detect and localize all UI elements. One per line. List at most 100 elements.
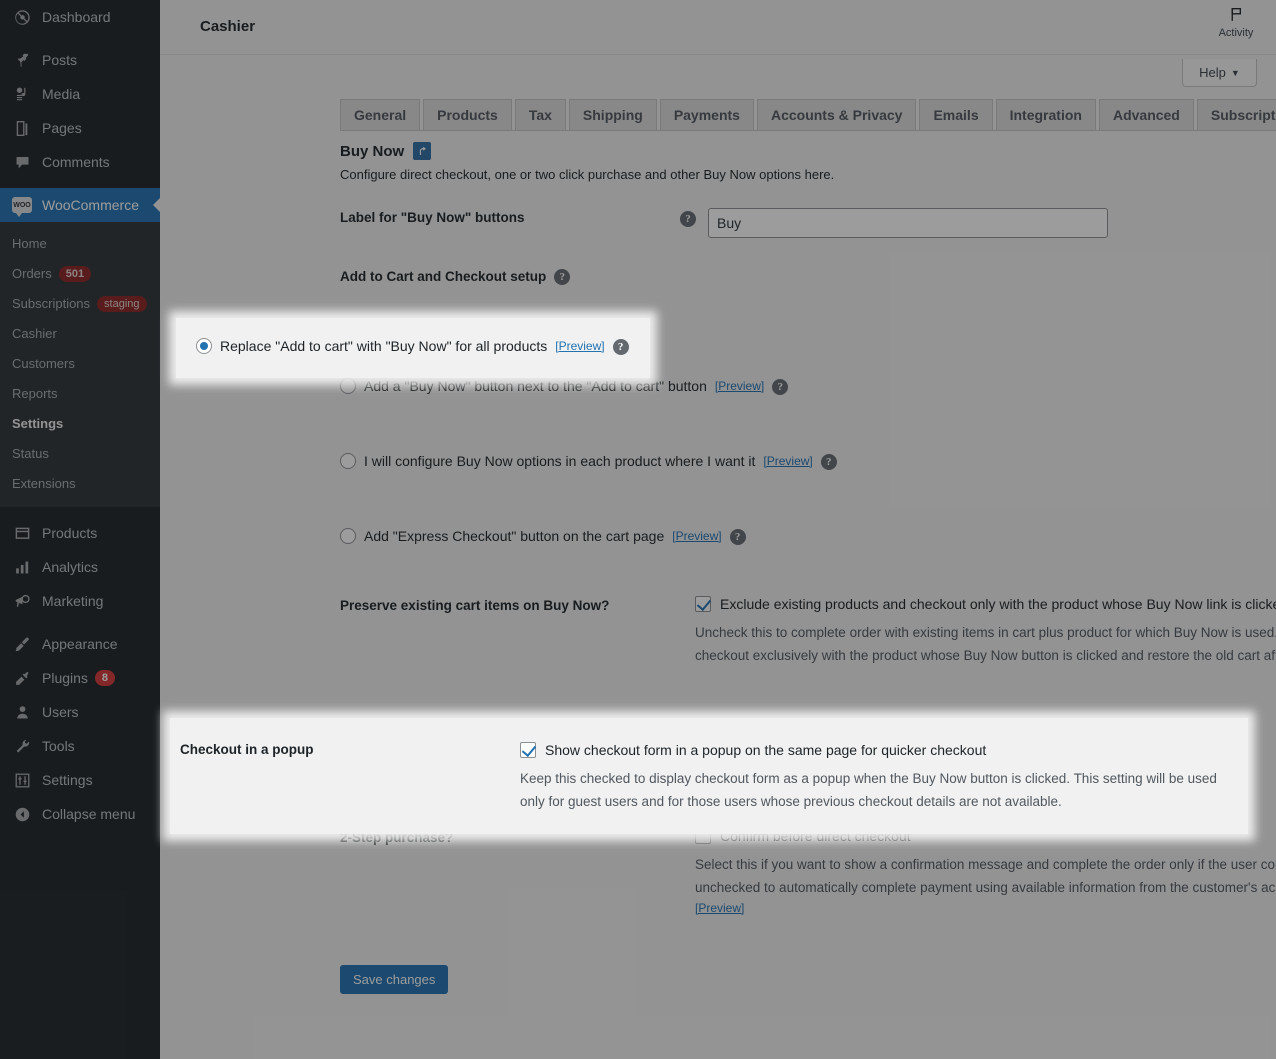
tab-payments[interactable]: Payments bbox=[659, 99, 754, 131]
setup-group-label: Add to Cart and Checkout setup bbox=[340, 268, 547, 284]
question-mark-icon[interactable]: ? bbox=[729, 529, 746, 545]
activity-button[interactable]: Activity bbox=[1205, 4, 1267, 39]
tab-accounts-privacy[interactable]: Accounts & Privacy bbox=[756, 99, 917, 131]
preview-link[interactable]: [Preview] bbox=[695, 901, 744, 915]
preview-link[interactable]: [Preview] bbox=[555, 339, 604, 353]
sidebar-item-woocommerce[interactable]: WOO WooCommerce bbox=[0, 188, 161, 222]
help-tip-wrap: ? bbox=[680, 208, 708, 227]
setup-option-1[interactable]: Replace "Add to cart" with "Buy Now" for… bbox=[196, 338, 650, 355]
form-footer: Save changes bbox=[340, 965, 1276, 994]
media-icon bbox=[11, 84, 33, 104]
tab-advanced[interactable]: Advanced bbox=[1098, 99, 1194, 131]
sidebar-item-collapse-menu[interactable]: Collapse menu bbox=[0, 797, 160, 831]
sidebar-subitem-label: Subscriptions bbox=[12, 296, 91, 311]
sidebar-divider bbox=[0, 34, 160, 43]
user-icon bbox=[11, 702, 33, 722]
sidebar-subitem-cashier[interactable]: Cashier bbox=[0, 319, 160, 349]
radio-button[interactable] bbox=[340, 378, 356, 394]
sidebar-item-label: Posts bbox=[42, 52, 78, 68]
settings-tabs: General Products Tax Shipping Payments A… bbox=[340, 99, 1276, 131]
two-step-description: Select this if you want to show a confir… bbox=[695, 857, 1276, 895]
tab-tax[interactable]: Tax bbox=[514, 99, 566, 131]
external-link-icon[interactable] bbox=[413, 142, 432, 160]
sidebar-subitem-subscriptions[interactable]: Subscriptions staging bbox=[0, 289, 160, 319]
sidebar-group-store: Products Analytics Marketing bbox=[0, 516, 160, 618]
sidebar-divider bbox=[0, 507, 160, 516]
sidebar-subitem-customers[interactable]: Customers bbox=[0, 349, 160, 379]
preserve-cart-checkbox[interactable] bbox=[695, 596, 711, 612]
tab-products[interactable]: Products bbox=[423, 99, 512, 131]
sidebar-item-plugins[interactable]: Plugins 8 bbox=[0, 661, 160, 695]
sidebar-item-media[interactable]: Media bbox=[0, 77, 160, 111]
sidebar-item-label: Collapse menu bbox=[42, 806, 136, 822]
woocommerce-logo-icon: WOO bbox=[11, 195, 33, 217]
sidebar-item-pages[interactable]: Pages bbox=[0, 111, 160, 145]
sidebar-subitem-home[interactable]: Home bbox=[0, 229, 160, 259]
preview-link[interactable]: [Preview] bbox=[715, 379, 764, 393]
question-mark-icon[interactable]: ? bbox=[680, 211, 696, 227]
field-preserve-cart: Preserve existing cart items on Buy Now?… bbox=[340, 596, 1276, 667]
sidebar-subitem-extensions[interactable]: Extensions bbox=[0, 469, 160, 499]
radio-button[interactable] bbox=[196, 338, 212, 354]
tab-general[interactable]: General bbox=[340, 99, 421, 131]
question-mark-icon[interactable]: ? bbox=[772, 379, 789, 395]
sidebar-subitem-status[interactable]: Status bbox=[0, 439, 160, 469]
preview-link[interactable]: [Preview] bbox=[763, 454, 812, 468]
sidebar-item-comments[interactable]: Comments bbox=[0, 145, 160, 179]
sidebar-item-analytics[interactable]: Analytics bbox=[0, 550, 160, 584]
question-mark-icon[interactable]: ? bbox=[612, 339, 629, 355]
option-text: Add a "Buy Now" button next to the "Add … bbox=[364, 378, 707, 394]
checkbox-label: Show checkout form in a popup on the sam… bbox=[545, 742, 987, 758]
field-two-step: 2-Step purchase? Confirm before direct c… bbox=[340, 828, 1276, 917]
setup-option-4[interactable]: Add "Express Checkout" button on the car… bbox=[340, 528, 1276, 545]
tab-integration[interactable]: Integration bbox=[995, 99, 1096, 131]
question-mark-icon[interactable]: ? bbox=[820, 454, 837, 470]
sidebar-item-products[interactable]: Products bbox=[0, 516, 160, 550]
sidebar-divider bbox=[0, 618, 160, 627]
question-mark-icon[interactable]: ? bbox=[554, 269, 571, 285]
tab-strip-underline bbox=[340, 130, 1276, 131]
tab-shipping[interactable]: Shipping bbox=[568, 99, 657, 131]
tab-emails[interactable]: Emails bbox=[919, 99, 993, 131]
sidebar-subitem-label: Home bbox=[12, 236, 47, 251]
tab-subscriptions[interactable]: Subscriptions bbox=[1196, 99, 1276, 131]
radio-button[interactable] bbox=[340, 453, 356, 469]
preview-link[interactable]: [Preview] bbox=[672, 529, 721, 543]
sidebar-item-label: Marketing bbox=[42, 593, 104, 609]
sidebar-item-label: Settings bbox=[42, 772, 93, 788]
help-dropdown-button[interactable]: Help ▼ bbox=[1182, 59, 1257, 87]
chevron-left-circle-icon bbox=[11, 804, 33, 824]
buy-now-label-input[interactable] bbox=[708, 208, 1108, 238]
sidebar-item-settings[interactable]: Settings bbox=[0, 763, 160, 797]
preserve-cart-checkbox-row[interactable]: Exclude existing products and checkout o… bbox=[695, 596, 1276, 612]
checkout-popup-description: Keep this checked to display checkout fo… bbox=[520, 771, 1217, 809]
sidebar-item-appearance[interactable]: Appearance bbox=[0, 627, 160, 661]
sidebar-subitem-settings[interactable]: Settings bbox=[0, 409, 160, 439]
radio-button[interactable] bbox=[340, 528, 356, 544]
save-changes-button[interactable]: Save changes bbox=[340, 965, 449, 994]
checkout-popup-checkbox-row[interactable]: Show checkout form in a popup on the sam… bbox=[520, 742, 1248, 758]
wrench-icon bbox=[11, 736, 33, 756]
field-control: Confirm before direct checkout Select th… bbox=[695, 828, 1276, 917]
section-title-row: Buy Now bbox=[340, 142, 1276, 160]
pin-icon bbox=[11, 50, 33, 70]
sidebar-item-posts[interactable]: Posts bbox=[0, 43, 160, 77]
sidebar-submenu-woocommerce: Home Orders 501 Subscriptions staging Ca… bbox=[0, 222, 160, 507]
label-text: Preserve existing cart items on Buy Now? bbox=[340, 598, 610, 613]
field-control bbox=[708, 208, 1276, 238]
sidebar-subitem-orders[interactable]: Orders 501 bbox=[0, 259, 160, 289]
products-icon bbox=[11, 523, 33, 543]
help-label: Help bbox=[1199, 65, 1226, 80]
sidebar-item-marketing[interactable]: Marketing bbox=[0, 584, 160, 618]
sidebar-subitem-reports[interactable]: Reports bbox=[0, 379, 160, 409]
checkout-popup-checkbox[interactable] bbox=[520, 742, 536, 758]
sidebar-item-tools[interactable]: Tools bbox=[0, 729, 160, 763]
field-label: Checkout in a popup bbox=[180, 742, 520, 834]
sidebar-item-users[interactable]: Users bbox=[0, 695, 160, 729]
setup-option-2[interactable]: Add a "Buy Now" button next to the "Add … bbox=[340, 378, 1276, 395]
admin-sidebar: Dashboard Posts Media Pages Comments WOO… bbox=[0, 0, 161, 1059]
comment-icon bbox=[11, 152, 33, 172]
sidebar-item-dashboard[interactable]: Dashboard bbox=[0, 0, 160, 34]
setup-option-3[interactable]: I will configure Buy Now options in each… bbox=[340, 453, 1276, 470]
field-control: Exclude existing products and checkout o… bbox=[695, 596, 1276, 667]
